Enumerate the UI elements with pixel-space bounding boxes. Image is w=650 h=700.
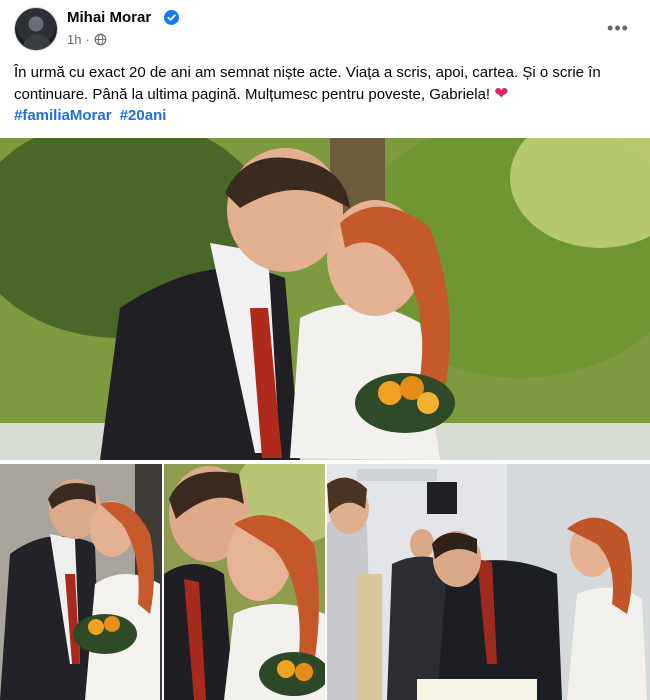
post-timestamp[interactable]: 1h [67, 32, 81, 47]
verified-badge-icon [164, 10, 179, 25]
more-options-icon: ••• [607, 17, 629, 38]
globe-icon[interactable] [94, 33, 107, 46]
photo-closeup[interactable] [164, 464, 325, 700]
hashtag-20ani[interactable]: #20ani [120, 107, 167, 124]
more-options-button[interactable]: ••• [600, 10, 636, 46]
photo-closeup-image [164, 464, 325, 700]
photo-kiss-image [0, 464, 162, 700]
main-photo-image [0, 138, 650, 460]
photo-kiss[interactable] [0, 464, 162, 700]
photo-signing[interactable] [327, 464, 650, 700]
heart-emoji-icon: ❤ [494, 84, 509, 103]
post-caption: În urmă cu exact 20 de ani am semnat niș… [14, 62, 639, 105]
photo-signing-image [327, 464, 650, 700]
post-meta: 1h · [67, 32, 107, 47]
hashtag-row: #familiaMorar #20ani [14, 105, 170, 126]
author-avatar[interactable] [14, 7, 58, 51]
caption-text: În urmă cu exact 20 de ani am semnat niș… [14, 64, 601, 103]
main-photo[interactable] [0, 138, 650, 460]
meta-separator: · [85, 32, 90, 47]
author-name[interactable]: Mihai Morar [67, 9, 151, 26]
post-header: Mihai Morar 1h · ••• [0, 0, 650, 58]
hashtag-familiamorar[interactable]: #familiaMorar [14, 107, 112, 124]
facebook-post: Mihai Morar 1h · ••• În urmă cu exact 20… [0, 0, 650, 700]
